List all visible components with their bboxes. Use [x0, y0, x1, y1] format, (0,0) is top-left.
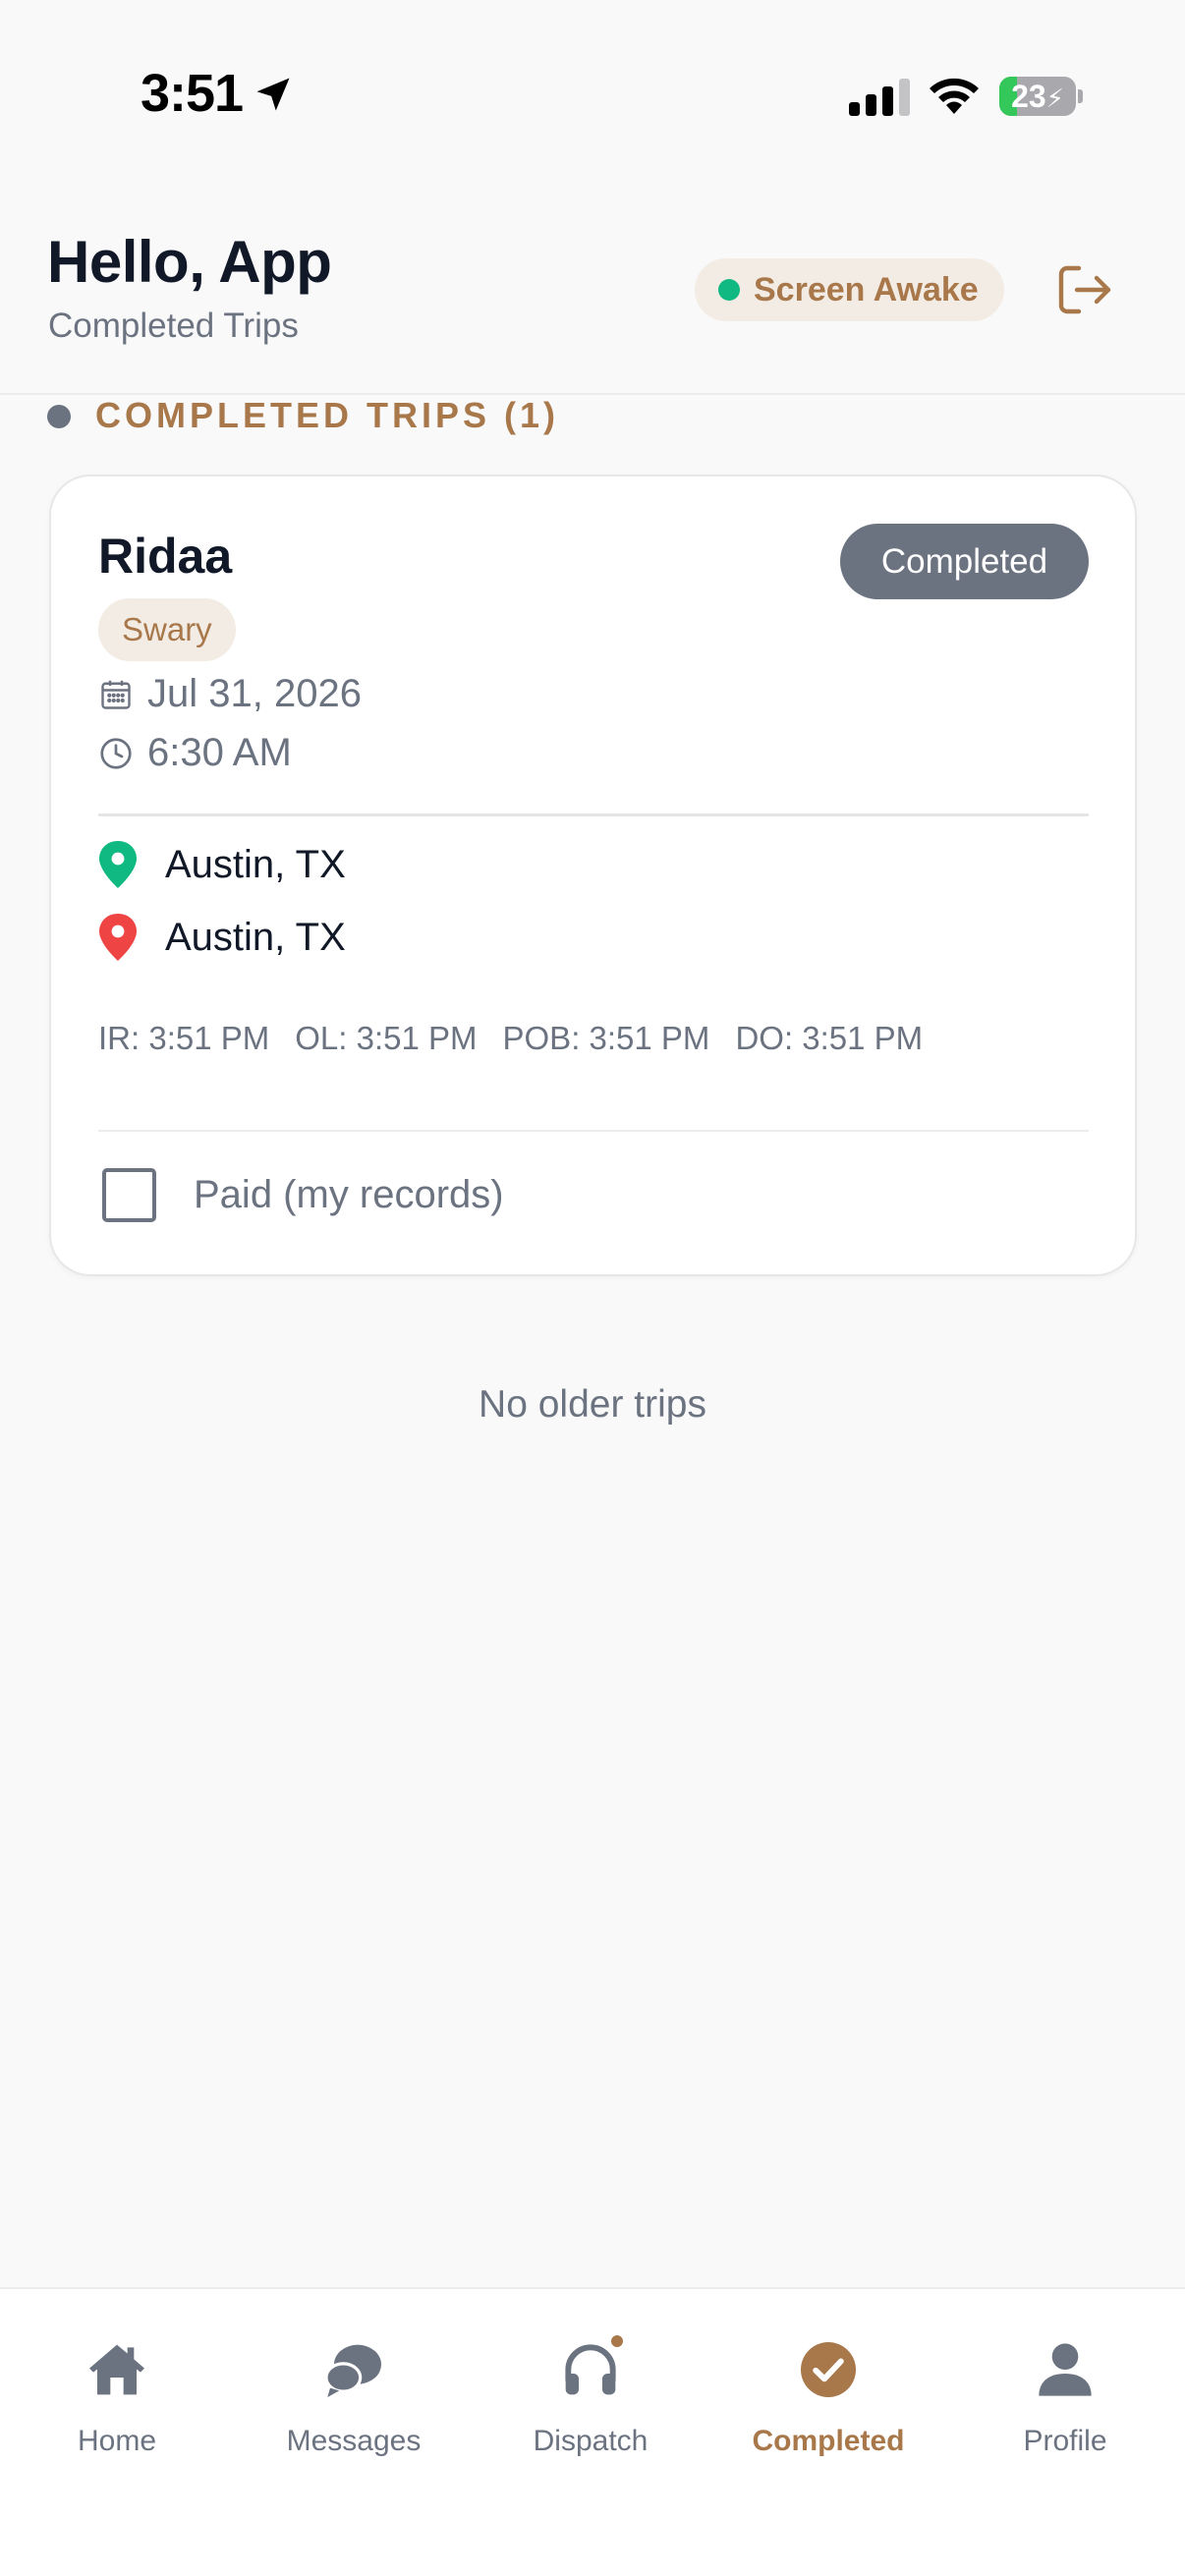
- tab-bar: Home Messages Dispatch Completed Profile: [0, 2287, 1185, 2576]
- tab-label: Dispatch: [533, 2425, 649, 2457]
- tab-dispatch[interactable]: Dispatch: [492, 2332, 689, 2476]
- divider: [98, 1130, 1089, 1132]
- section-dot: [47, 405, 71, 428]
- paid-checkbox[interactable]: [102, 1168, 156, 1222]
- messages-icon: [324, 2344, 381, 2397]
- status-badge: Completed: [840, 524, 1089, 599]
- check-circle-icon: [801, 2342, 856, 2397]
- battery-percent: 23: [1011, 79, 1046, 114]
- page-subtitle: Completed Trips: [48, 307, 299, 345]
- greeting: Hello, App: [47, 229, 332, 295]
- clock-icon: [100, 737, 132, 769]
- trip-time: 6:30 AM: [147, 731, 292, 774]
- tab-label: Home: [77, 2425, 157, 2457]
- status-bar: 3:51 23⚡: [0, 0, 1185, 147]
- empty-state-message: No older trips: [479, 1383, 706, 1426]
- pickup-row: Austin, TX: [98, 841, 346, 888]
- paid-label: Paid (my records): [194, 1173, 504, 1216]
- awake-status-dot: [718, 279, 740, 301]
- trip-date: Jul 31, 2026: [147, 672, 362, 715]
- tab-label: Completed: [752, 2425, 905, 2457]
- app-header: Hello, App Completed Trips Screen Awake: [0, 196, 1185, 395]
- notification-dot: [608, 2332, 626, 2350]
- profile-icon: [1039, 2343, 1092, 2396]
- tab-messages[interactable]: Messages: [255, 2338, 452, 2476]
- pickup-location: Austin, TX: [165, 842, 346, 886]
- trip-tag: Swary: [98, 598, 236, 661]
- dropoff-row: Austin, TX: [98, 914, 346, 961]
- tab-home[interactable]: Home: [19, 2338, 215, 2476]
- timestamp-pob: POB: 3:51 PM: [502, 1020, 710, 1056]
- timestamp-do: DO: 3:51 PM: [735, 1020, 924, 1056]
- trip-timestamps: IR: 3:51 PM OL: 3:51 PM POB: 3:51 PM DO: 3:…: [98, 1020, 948, 1057]
- trip-time-row: 6:30 AM: [98, 731, 292, 775]
- tab-label: Profile: [1023, 2425, 1107, 2457]
- paid-checkbox-row[interactable]: Paid (my records): [102, 1168, 504, 1222]
- dropoff-pin-icon: [99, 914, 137, 961]
- home-icon: [89, 2344, 144, 2395]
- charging-bolt-icon: ⚡: [1045, 84, 1064, 113]
- divider: [98, 813, 1089, 816]
- screen-awake-toggle[interactable]: Screen Awake: [695, 258, 1004, 321]
- battery-indicator: 23⚡: [999, 77, 1083, 116]
- cellular-signal-icon: [849, 79, 910, 116]
- section-title: COMPLETED TRIPS (1): [95, 395, 560, 435]
- trip-card[interactable]: Ridaa Completed Swary Jul 31, 2026 6:30 …: [49, 475, 1137, 1276]
- dropoff-location: Austin, TX: [165, 915, 346, 959]
- pickup-pin-icon: [99, 841, 137, 888]
- tab-completed[interactable]: Completed: [730, 2338, 927, 2476]
- logout-icon[interactable]: [1057, 264, 1112, 315]
- tab-profile[interactable]: Profile: [967, 2338, 1163, 2476]
- screen: 3:51 23⚡ Hello, App Completed Trips Scre…: [0, 0, 1185, 2576]
- timestamp-ir: IR: 3:51 PM: [98, 1020, 270, 1056]
- rider-name: Ridaa: [98, 529, 233, 584]
- calendar-icon: [101, 680, 131, 709]
- screen-awake-label: Screen Awake: [754, 270, 979, 308]
- timestamp-ol: OL: 3:51 PM: [295, 1020, 478, 1056]
- tab-label: Messages: [286, 2425, 422, 2457]
- status-time: 3:51: [141, 64, 244, 123]
- trip-date-row: Jul 31, 2026: [98, 672, 362, 716]
- wifi-icon: [930, 78, 979, 114]
- location-arrow-icon: [256, 78, 290, 111]
